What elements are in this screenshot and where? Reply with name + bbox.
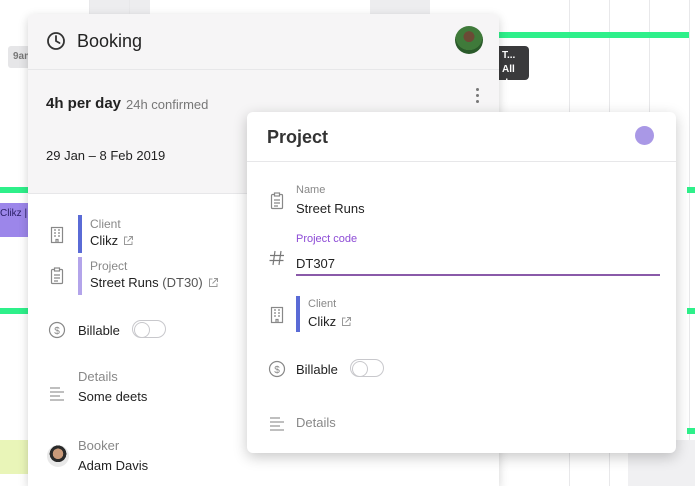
calendar-header-shade — [370, 0, 430, 14]
calendar-event-title: T... — [502, 50, 516, 61]
project-name: Street Runs — [90, 275, 159, 290]
details-lines-icon — [270, 417, 284, 431]
calendar-gridline — [689, 0, 690, 486]
details-label: Details — [78, 369, 118, 384]
clock-icon — [47, 32, 65, 50]
dollar-icon: $ — [268, 360, 286, 378]
calendar-availability-bar — [499, 32, 689, 38]
date-range: 29 Jan – 8 Feb 2019 — [46, 148, 166, 163]
calendar-header-shade — [90, 0, 150, 14]
svg-text:$: $ — [274, 365, 280, 376]
client-name: Clikz — [308, 314, 337, 329]
building-icon — [270, 306, 284, 324]
booking-title: Booking — [77, 31, 143, 51]
client-label: Client — [90, 217, 121, 231]
booker-label: Booker — [78, 438, 120, 453]
details-value[interactable]: Some deets — [78, 389, 147, 404]
svg-text:$: $ — [54, 326, 60, 337]
calendar-availability-bar — [687, 308, 695, 314]
external-link-icon[interactable] — [208, 277, 219, 288]
client-color-bar — [78, 215, 82, 253]
billable-label: Billable — [78, 323, 120, 338]
client-name: Clikz — [90, 233, 119, 248]
confirmed-hours: 24h confirmed — [126, 97, 209, 112]
project-panel-title: Project — [267, 127, 329, 147]
booking-header: Booking — [28, 14, 499, 70]
details-label[interactable]: Details — [296, 415, 336, 430]
billable-label: Billable — [296, 362, 338, 377]
client-value[interactable]: Clikz — [308, 314, 352, 329]
clipboard-icon — [50, 267, 64, 285]
name-label: Name — [296, 184, 326, 196]
project-code: (DT30) — [162, 275, 203, 290]
client-color-bar — [296, 296, 300, 332]
billable-toggle[interactable] — [350, 359, 384, 377]
project-code-input[interactable] — [296, 252, 660, 276]
external-link-icon[interactable] — [123, 235, 134, 246]
project-panel: Project Name Street Runs Project code Cl… — [247, 112, 676, 453]
hash-icon — [269, 250, 284, 266]
calendar-event-time: All day — [502, 64, 520, 89]
project-color-bar — [78, 257, 82, 295]
calendar-availability-bar — [687, 187, 695, 193]
calendar-availability-bar — [687, 428, 695, 434]
project-value[interactable]: Street Runs (DT30) — [90, 275, 219, 290]
booker-value[interactable]: Adam Davis — [78, 458, 148, 473]
hours-per-day: 4h per day — [46, 95, 122, 112]
dollar-icon: $ — [48, 321, 66, 339]
project-label: Project — [90, 259, 128, 273]
calendar-availability-bar — [0, 187, 30, 193]
calendar-availability-bar — [0, 308, 30, 314]
calendar-event-yellow[interactable] — [0, 440, 30, 474]
project-code-label: Project code — [296, 233, 358, 245]
project-color-swatch[interactable] — [635, 126, 654, 145]
user-avatar[interactable] — [455, 26, 483, 54]
details-lines-icon — [50, 387, 64, 401]
booker-avatar — [47, 445, 69, 467]
building-icon — [50, 226, 64, 244]
client-value[interactable]: Clikz — [90, 233, 134, 248]
clipboard-icon — [270, 192, 284, 210]
divider — [247, 161, 676, 162]
billable-toggle[interactable] — [132, 320, 166, 338]
external-link-icon[interactable] — [341, 316, 352, 327]
client-label: Client — [308, 298, 337, 310]
name-value[interactable]: Street Runs — [296, 201, 365, 216]
more-options-icon[interactable] — [475, 88, 481, 104]
